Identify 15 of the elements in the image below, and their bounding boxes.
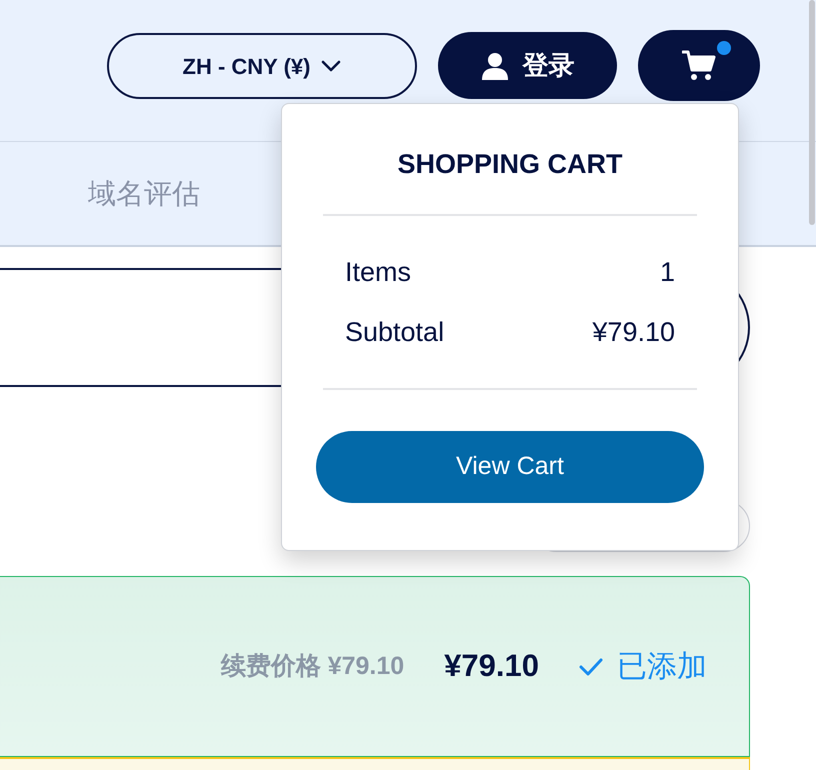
summary-label: Subtotal <box>345 316 444 349</box>
summary-value: 1 <box>660 256 675 289</box>
currency-selector[interactable]: ZH - CNY (¥) <box>107 33 417 99</box>
chevron-down-icon <box>321 60 342 72</box>
scrollbar-thumb[interactable] <box>809 0 815 225</box>
summary-label: Items <box>345 256 412 289</box>
renewal-price: 续费价格 ¥79.10 <box>220 650 404 682</box>
user-icon <box>480 52 508 80</box>
view-cart-button[interactable]: View Cart <box>316 431 704 503</box>
login-button[interactable]: 登录 <box>438 32 617 99</box>
added-status: 已添加 <box>617 649 707 685</box>
popup-title: SHOPPING CART <box>396 148 624 180</box>
cart-icon <box>682 50 716 81</box>
summary-value: ¥79.10 <box>592 316 675 349</box>
domain-price: ¥79.10 <box>444 647 539 686</box>
